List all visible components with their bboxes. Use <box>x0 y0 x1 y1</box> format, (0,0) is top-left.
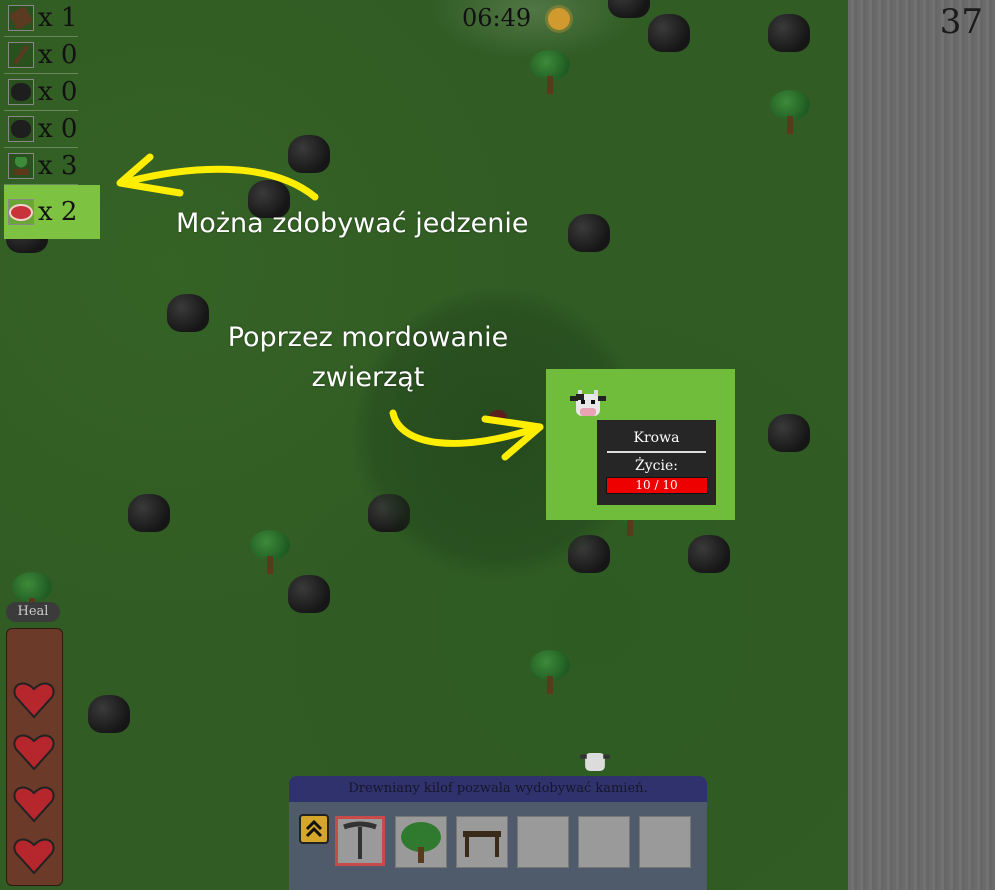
log-icon <box>8 5 34 31</box>
sapling-icon <box>8 153 34 179</box>
inventory-count: x 0 <box>38 114 78 144</box>
hotbar-slot-5[interactable] <box>578 816 630 868</box>
hotbar: Drewniany kilof pozwala wydobywać kamień… <box>289 776 707 890</box>
heal-button[interactable]: Heal <box>6 602 60 622</box>
tree[interactable] <box>250 530 290 576</box>
sun-icon <box>548 8 570 30</box>
coal-icon <box>8 116 34 142</box>
cow-icon[interactable] <box>568 388 608 422</box>
tree-icon <box>401 822 441 863</box>
hotbar-slot-2[interactable] <box>395 816 447 868</box>
hotbar-slot-6[interactable] <box>639 816 691 868</box>
rock[interactable] <box>288 575 330 613</box>
inventory-row-sapling[interactable]: x 3 <box>4 148 78 185</box>
score-counter: 37 <box>939 2 983 42</box>
inventory-count: x 0 <box>38 40 78 70</box>
meat-icon <box>8 199 34 225</box>
heart-icon <box>13 838 55 875</box>
inventory-count: x 3 <box>38 151 78 181</box>
rock[interactable] <box>768 414 810 452</box>
expand-hotbar-button[interactable] <box>299 814 329 844</box>
heart-icon <box>13 734 55 771</box>
arrow-to-cow-annotation <box>389 409 544 461</box>
chevron-up-icon <box>305 819 323 838</box>
tooltip-health-label: Życie: <box>635 458 678 474</box>
arrow-to-inventory-annotation <box>116 153 319 201</box>
rock[interactable] <box>128 494 170 532</box>
rock[interactable] <box>648 14 690 52</box>
game-clock: 06:49 <box>462 4 532 32</box>
annotation-food: Można zdobywać jedzenie <box>176 208 529 239</box>
inventory-row-meat[interactable]: x 2 <box>4 185 100 239</box>
annotation-killing-line1: Poprzez mordowanie <box>227 322 509 353</box>
entity-tooltip: Krowa Życie: 10 / 10 <box>597 420 716 505</box>
inventory-row-stone[interactable]: x 0 <box>4 74 78 111</box>
hotbar-slot-4[interactable] <box>517 816 569 868</box>
cow-icon[interactable] <box>578 748 612 776</box>
stick-icon <box>8 42 34 68</box>
inventory-row-log[interactable]: x 1 <box>4 0 78 37</box>
stone-icon <box>8 79 34 105</box>
annotation-killing-line2: zwierząt <box>311 362 425 393</box>
rock[interactable] <box>88 695 130 733</box>
hotbar-hint: Drewniany kilof pozwala wydobywać kamień… <box>289 776 707 802</box>
hotbar-slot-1[interactable] <box>335 816 385 866</box>
stone-wall: 37 <box>848 0 995 890</box>
heart-icon <box>13 786 55 823</box>
rock[interactable] <box>768 14 810 52</box>
tooltip-title: Krowa <box>633 430 680 446</box>
inventory-row-coal[interactable]: x 0 <box>4 111 78 148</box>
tree[interactable] <box>770 90 810 136</box>
game-world[interactable]: 06:49 Krowa Życie: 10 / 10 Można zdobywa… <box>0 0 848 890</box>
pickaxe-icon <box>343 821 377 859</box>
rock[interactable] <box>688 535 730 573</box>
inventory-count: x 2 <box>38 197 78 227</box>
health-hearts-panel <box>6 628 63 886</box>
inventory-count: x 0 <box>38 77 78 107</box>
tree[interactable] <box>530 50 570 96</box>
heart-icon <box>13 682 55 719</box>
hotbar-slot-3[interactable] <box>456 816 508 868</box>
tooltip-divider <box>607 451 706 453</box>
inventory-panel: x 1 x 0 x 0 x 0 x 3 x 2 <box>4 0 100 239</box>
workbench-icon <box>463 831 501 857</box>
tree[interactable] <box>530 650 570 696</box>
rock[interactable] <box>608 0 650 18</box>
rock[interactable] <box>167 294 209 332</box>
inventory-row-stick[interactable]: x 0 <box>4 37 78 74</box>
inventory-count: x 1 <box>38 3 78 33</box>
health-bar: 10 / 10 <box>605 477 708 494</box>
